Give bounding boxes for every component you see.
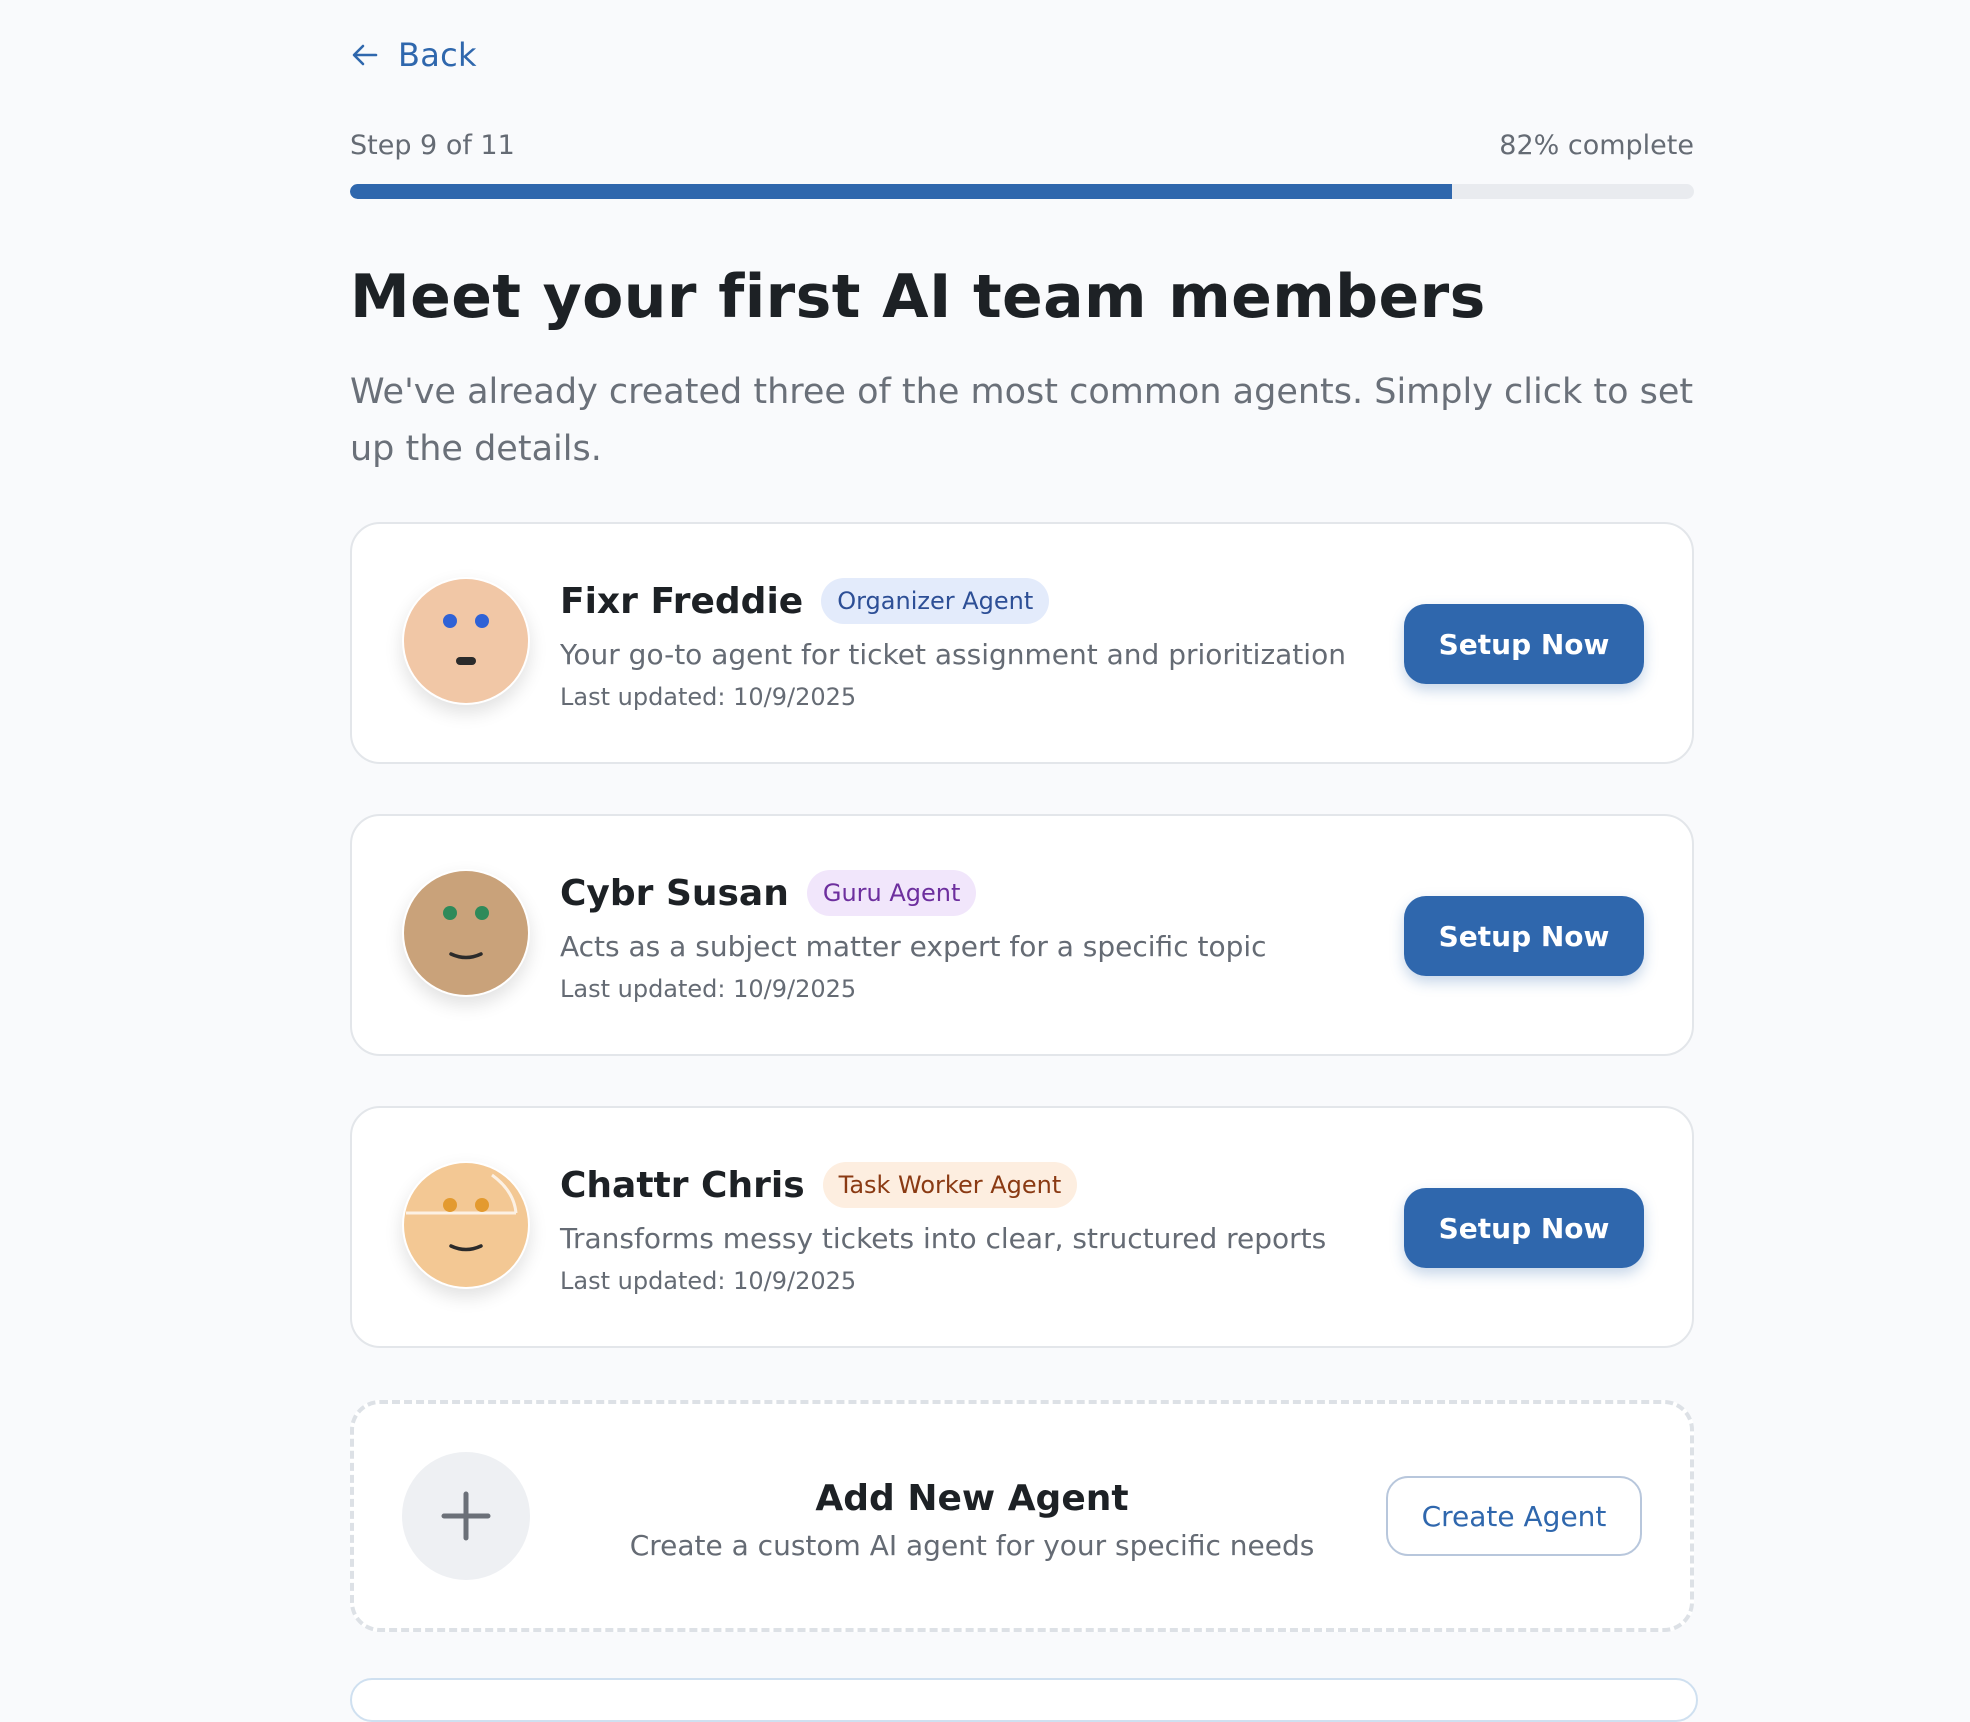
agent-info: Fixr Freddie Organizer Agent Your go-to … [560, 576, 1346, 711]
create-agent-button[interactable]: Create Agent [1386, 1476, 1642, 1556]
agent-info: Chattr Chris Task Worker Agent Transform… [560, 1160, 1326, 1295]
setup-now-button[interactable]: Setup Now [1404, 604, 1644, 684]
add-agent-text: Add New Agent Create a custom AI agent f… [554, 1478, 1390, 1562]
agent-name: Cybr Susan [560, 872, 789, 914]
page-subtitle: We've already created three of the most … [350, 372, 1694, 469]
agent-description: Transforms messy tickets into clear, str… [560, 1222, 1327, 1255]
agent-description: Acts as a subject matter expert for a sp… [560, 930, 1267, 963]
add-agent-card[interactable]: Add New Agent Create a custom AI agent f… [350, 1400, 1694, 1632]
avatar-face [404, 871, 528, 995]
arrow-left-icon [350, 40, 380, 70]
back-label: Back [398, 36, 477, 74]
agent-name: Fixr Freddie [560, 580, 804, 622]
agent-card-fixr-freddie: Fixr Freddie Organizer Agent Your go-to … [350, 522, 1694, 764]
avatar-eye [443, 1198, 457, 1212]
agent-last-updated: Last updated: 10/9/2025 [560, 1267, 857, 1295]
back-link[interactable]: Back [350, 36, 477, 74]
agent-description: Your go-to agent for ticket assignment a… [560, 638, 1346, 671]
avatar-face [404, 579, 528, 703]
agent-card-chattr-chris: Chattr Chris Task Worker Agent Transform… [350, 1106, 1694, 1348]
add-agent-title: Add New Agent [815, 1478, 1129, 1519]
avatar-eye [443, 906, 457, 920]
avatar-eye [475, 1198, 489, 1212]
setup-now-button[interactable]: Setup Now [1404, 896, 1644, 976]
agent-last-updated: Last updated: 10/9/2025 [560, 975, 857, 1003]
agent-last-updated: Last updated: 10/9/2025 [560, 683, 857, 711]
next-section-edge [350, 1678, 1698, 1722]
progress-fill [350, 184, 1453, 199]
agent-info: Cybr Susan Guru Agent Acts as a subject … [560, 868, 1267, 1003]
avatar-eye [475, 906, 489, 920]
avatar [402, 577, 530, 705]
progress-bar [350, 184, 1694, 199]
percent-complete: 82% complete [1499, 130, 1694, 161]
page-title: Meet your first AI team members [350, 262, 1486, 332]
avatar-eye [475, 614, 489, 628]
agent-type-badge: Task Worker Agent [822, 1162, 1078, 1208]
step-counter: Step 9 of 11 [350, 130, 515, 161]
plus-icon[interactable] [402, 1452, 530, 1580]
agent-card-cybr-susan: Cybr Susan Guru Agent Acts as a subject … [350, 814, 1694, 1056]
agent-type-badge: Organizer Agent [821, 578, 1050, 624]
avatar [402, 869, 530, 997]
avatar-mouth [456, 657, 476, 665]
avatar [402, 1161, 530, 1289]
avatar-eye [443, 614, 457, 628]
agent-name: Chattr Chris [560, 1164, 805, 1206]
avatar-face [404, 1163, 528, 1287]
agent-type-badge: Guru Agent [806, 870, 977, 916]
add-agent-description: Create a custom AI agent for your specif… [629, 1529, 1315, 1562]
progress-header: Step 9 of 11 82% complete [350, 130, 1694, 161]
setup-now-button[interactable]: Setup Now [1404, 1188, 1644, 1268]
